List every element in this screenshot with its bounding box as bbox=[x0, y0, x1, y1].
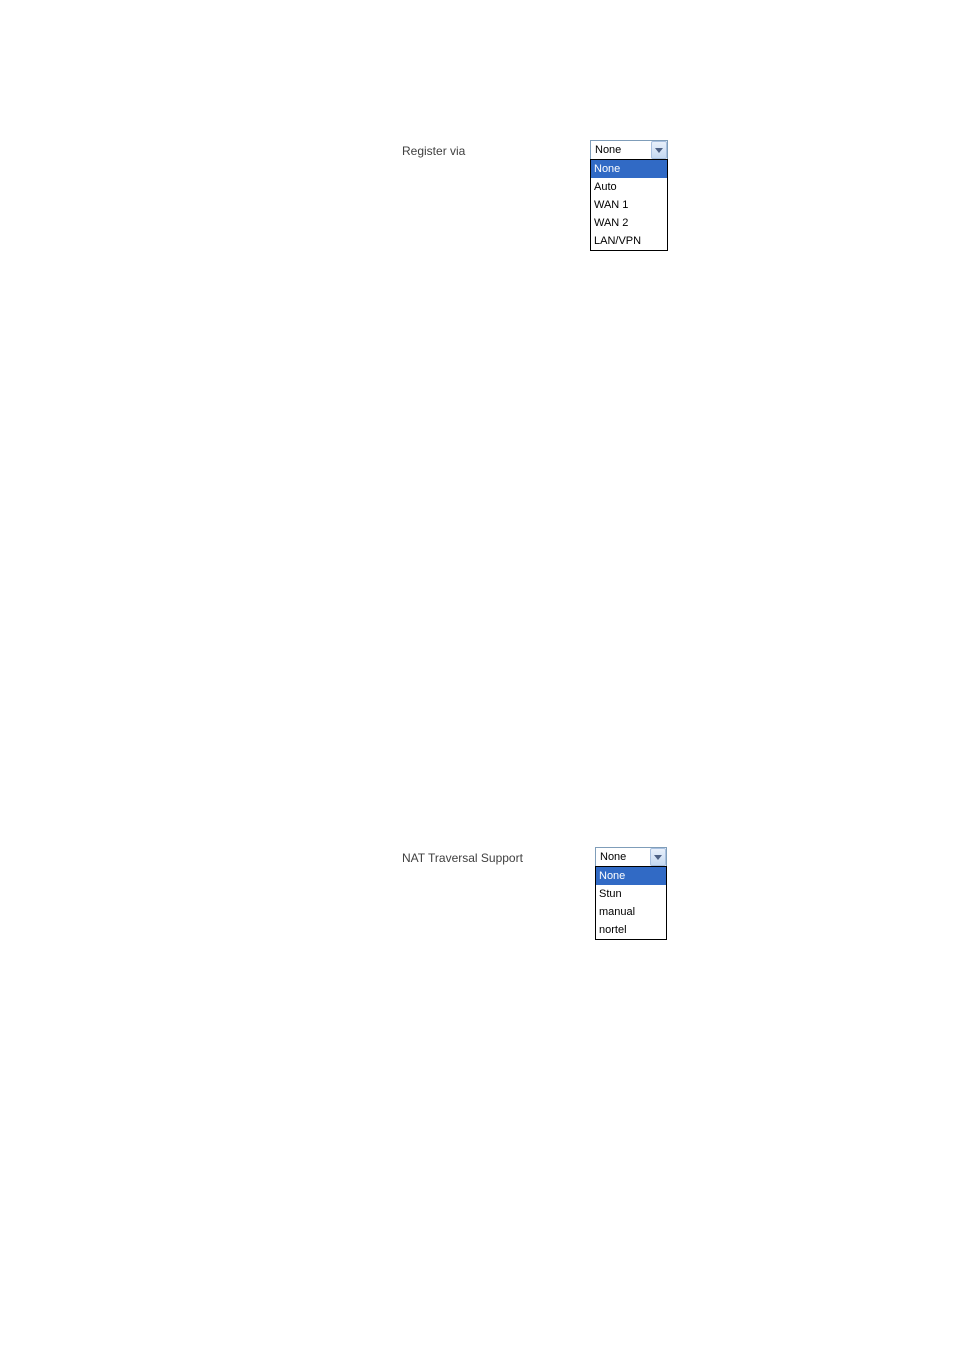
nat-traversal-dropdown[interactable]: None None Stun manual nortel bbox=[595, 847, 667, 940]
nat-traversal-field: NAT Traversal Support None None Stun man… bbox=[402, 847, 667, 940]
nat-traversal-option-none[interactable]: None bbox=[596, 867, 666, 885]
register-via-list: None Auto WAN 1 WAN 2 LAN/VPN bbox=[590, 159, 668, 251]
register-via-option-lanvpn[interactable]: LAN/VPN bbox=[591, 232, 667, 250]
chevron-down-icon[interactable] bbox=[650, 848, 666, 866]
register-via-option-wan1[interactable]: WAN 1 bbox=[591, 196, 667, 214]
register-via-option-none[interactable]: None bbox=[591, 160, 667, 178]
register-via-field: Register via None None Auto WAN 1 WAN 2 … bbox=[402, 140, 668, 251]
register-via-label: Register via bbox=[402, 140, 590, 158]
register-via-option-auto[interactable]: Auto bbox=[591, 178, 667, 196]
nat-traversal-option-nortel[interactable]: nortel bbox=[596, 921, 666, 939]
nat-traversal-select[interactable]: None bbox=[595, 847, 667, 867]
nat-traversal-value: None bbox=[596, 851, 650, 863]
register-via-select[interactable]: None bbox=[590, 140, 668, 160]
register-via-value: None bbox=[591, 144, 651, 156]
register-via-dropdown[interactable]: None None Auto WAN 1 WAN 2 LAN/VPN bbox=[590, 140, 668, 251]
register-via-option-wan2[interactable]: WAN 2 bbox=[591, 214, 667, 232]
nat-traversal-option-manual[interactable]: manual bbox=[596, 903, 666, 921]
nat-traversal-option-stun[interactable]: Stun bbox=[596, 885, 666, 903]
nat-traversal-label: NAT Traversal Support bbox=[402, 847, 595, 865]
nat-traversal-list: None Stun manual nortel bbox=[595, 866, 667, 940]
chevron-down-icon[interactable] bbox=[651, 141, 667, 159]
